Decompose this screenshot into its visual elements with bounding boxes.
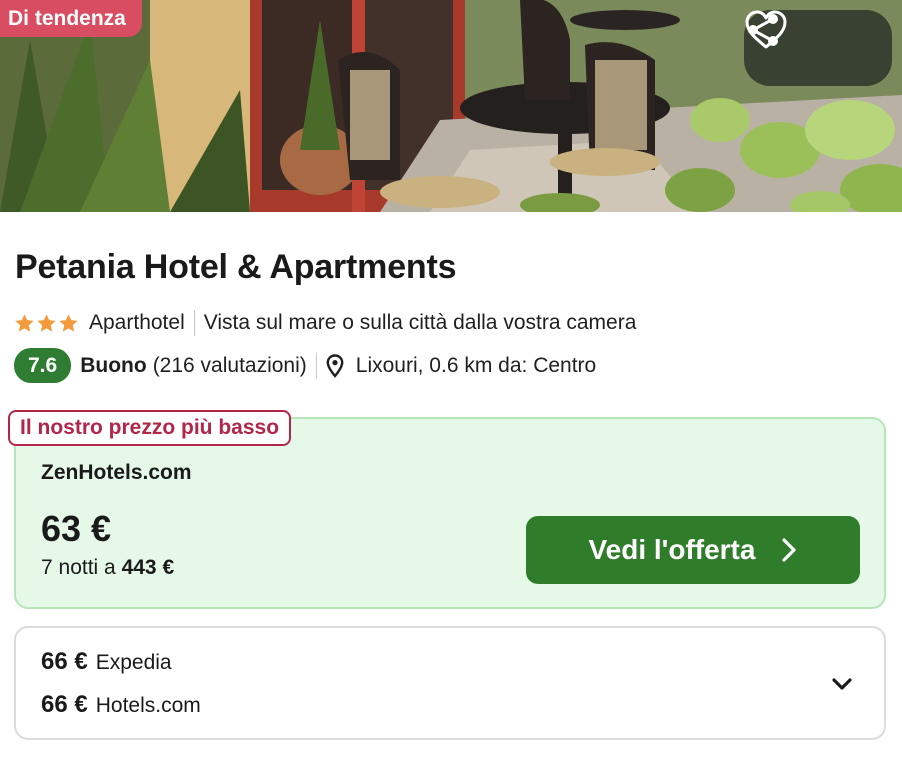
score-badge[interactable]: 7.6 <box>14 348 72 383</box>
heart-outline-icon <box>745 10 787 49</box>
offer-total: 7 notti a 443 € <box>41 556 174 580</box>
divider <box>315 352 317 379</box>
rating-label[interactable]: Buono <box>80 354 146 378</box>
hotel-name[interactable]: Petania Hotel & Apartments <box>15 248 457 287</box>
lowest-price-badge: Il nostro prezzo più basso <box>8 410 292 446</box>
total-price: 443 € <box>121 556 175 579</box>
accommodation-type: Aparthotel <box>89 311 185 334</box>
offer-provider: ZenHotels.com <box>41 461 192 484</box>
favorite-button[interactable] <box>745 10 883 76</box>
hotel-info-row: Aparthotel Vista sul mare o sulla città … <box>14 310 636 336</box>
rating-location-row: 7.6 Buono (216 valutazioni) Lixouri, 0.6… <box>14 348 596 383</box>
location-text[interactable]: Lixouri, 0.6 km da: Centro <box>356 354 596 378</box>
view-offer-label: Vedi l'offerta <box>588 534 756 565</box>
star-icon <box>15 313 34 332</box>
view-offer-button[interactable]: Vedi l'offerta <box>526 516 860 584</box>
hotel-photo[interactable]: Di tendenza <box>0 0 902 212</box>
other-offer-price: 66 € <box>41 648 88 675</box>
location-pin-icon <box>326 353 344 378</box>
star-icon <box>59 313 78 332</box>
feature-text: Vista sul mare o sulla città dalla vostr… <box>203 311 637 334</box>
other-offer-provider: Hotels.com <box>95 694 201 717</box>
review-count[interactable]: (216 valutazioni) <box>153 354 307 378</box>
other-offer-provider: Expedia <box>95 651 172 674</box>
other-offers-card[interactable] <box>14 626 886 740</box>
star-rating <box>14 313 79 334</box>
other-offer-row[interactable]: 66 € Expedia <box>41 648 172 676</box>
star-icon <box>37 313 56 332</box>
expand-offers-button[interactable] <box>826 670 858 698</box>
other-offer-row[interactable]: 66 € Hotels.com <box>41 691 201 719</box>
other-offer-price: 66 € <box>41 691 88 718</box>
offer-price: 63 € <box>41 508 112 549</box>
chevron-right-icon <box>782 538 797 562</box>
photo-actions <box>744 10 892 86</box>
chevron-down-icon <box>832 678 852 690</box>
trending-badge: Di tendenza <box>0 0 142 37</box>
divider <box>193 310 195 336</box>
nights-label: 7 notti a <box>41 556 116 579</box>
